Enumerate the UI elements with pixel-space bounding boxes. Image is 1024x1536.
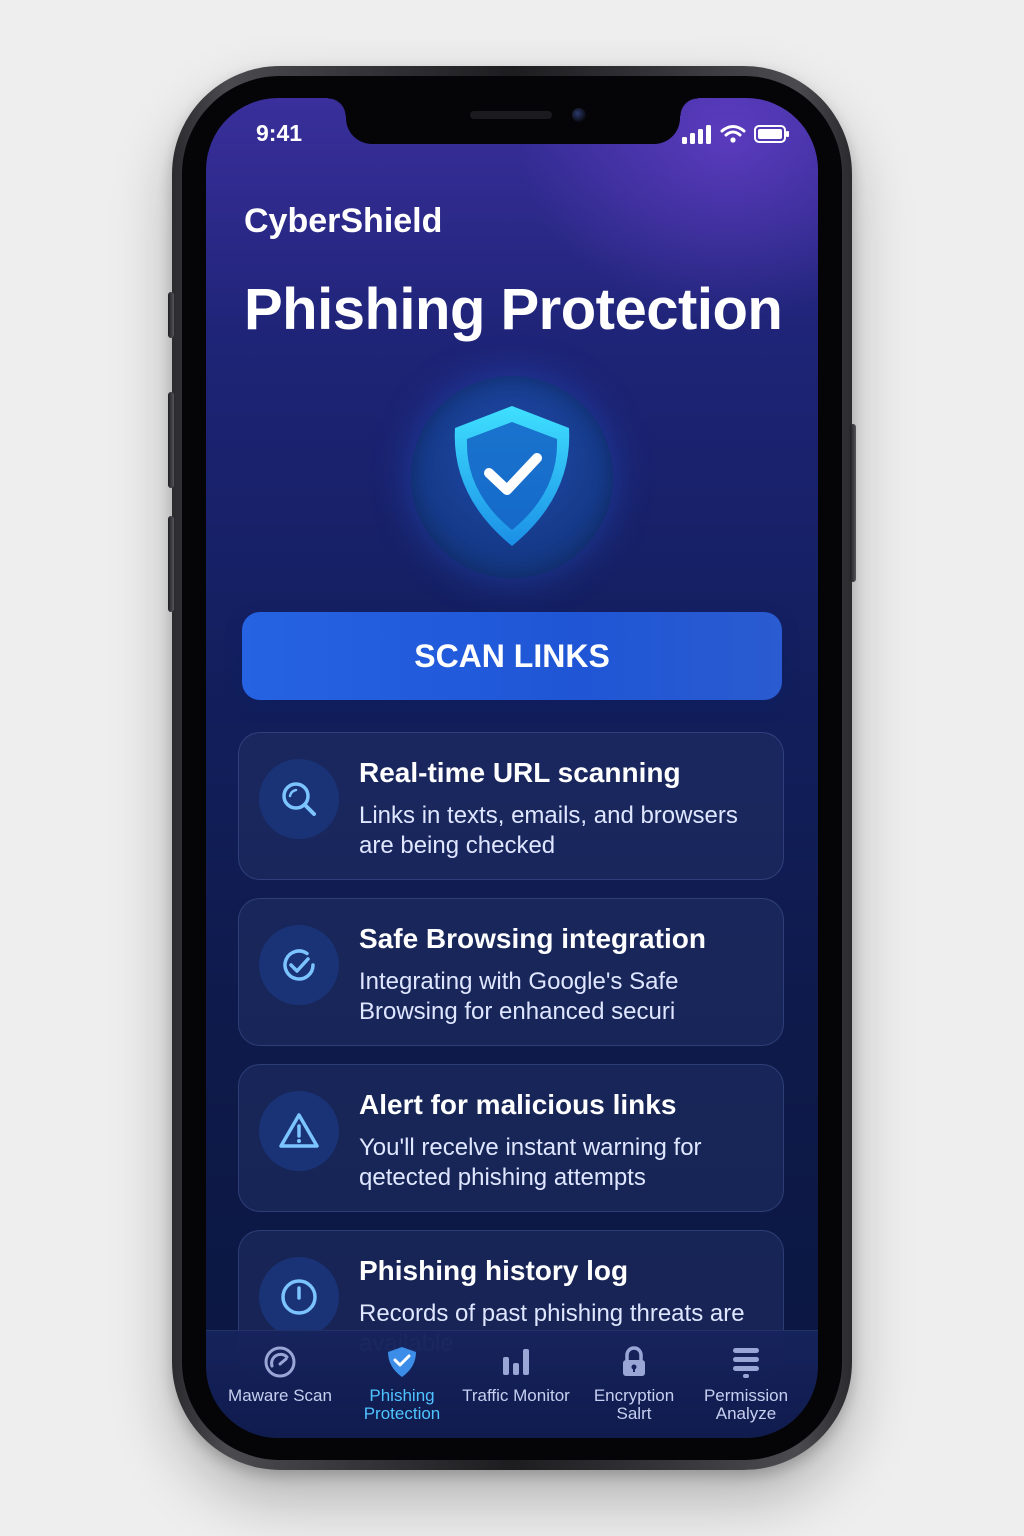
screen: 9:41 CyberShield Phishing Protection SCA… [206,98,818,1438]
shield-check-icon [454,406,570,546]
tab-malware-scan[interactable]: Maware Scan [222,1345,338,1405]
feature-description: You'll recelve instant warning for qetec… [359,1134,702,1191]
card-icon-badge [259,1257,339,1337]
lock-icon [623,1346,645,1376]
wifi-icon [720,125,746,143]
tab-label: Phishing Protection [363,1386,441,1423]
signal-icon [682,125,711,144]
shield-check-icon [388,1347,416,1377]
status-icons [682,124,790,144]
front-camera [572,108,586,122]
tab-label: Maware Scan [228,1386,332,1405]
battery-icon [754,125,789,143]
speaker-grille [470,111,552,119]
power-button [850,424,856,582]
tab-label: Encryption Salrt [593,1386,675,1423]
feature-card-malicious-alert[interactable]: Alert for malicious links You'll recelve… [238,1064,784,1212]
clock-icon [281,1279,317,1315]
gauge-icon [264,1346,296,1378]
search-icon [282,782,316,816]
status-time: 9:41 [256,120,303,146]
tab-label: Traffic Monitor [462,1386,570,1405]
bottom-tab-bar: Maware Scan Phishing Protection Traffic … [206,1330,818,1438]
list-icon [733,1348,759,1378]
tab-phishing-protection[interactable]: Phishing Protection [344,1345,460,1423]
feature-title: Phishing history log [359,1255,629,1286]
volume-down-button [168,516,174,612]
feature-card-url-scanning[interactable]: Real-time URL scanning Links in texts, e… [238,732,784,880]
notch [328,98,698,144]
app-name: CyberShield [244,202,443,240]
tab-encryption[interactable]: Encryption Salrt [576,1345,692,1423]
feature-title: Safe Browsing integration [359,923,706,954]
feature-description: Integrating with Google's Safe Browsing … [359,968,679,1025]
card-icon-badge [259,925,339,1005]
tab-traffic-monitor[interactable]: Traffic Monitor [458,1345,574,1405]
feature-description: Links in texts, emails, and browsers are… [359,802,738,859]
feature-card-safe-browsing[interactable]: Safe Browsing integration Integrating wi… [238,898,784,1046]
scan-links-button[interactable]: SCAN LINKS [242,612,782,700]
check-circle-icon [283,949,315,981]
volume-up-button [168,392,174,488]
card-icon-badge [259,759,339,839]
feature-title: Real-time URL scanning [359,757,681,788]
feature-title: Alert for malicious links [359,1089,677,1120]
warning-triangle-icon [279,1113,319,1148]
bar-chart-icon [503,1349,529,1375]
page-title: Phishing Protection [244,277,783,342]
hero-badge [411,376,613,578]
tab-label: Permission Analyze [703,1386,789,1423]
card-icon-badge [259,1091,339,1171]
mute-switch [168,292,174,338]
tab-permission-analyze[interactable]: Permission Analyze [688,1345,804,1423]
